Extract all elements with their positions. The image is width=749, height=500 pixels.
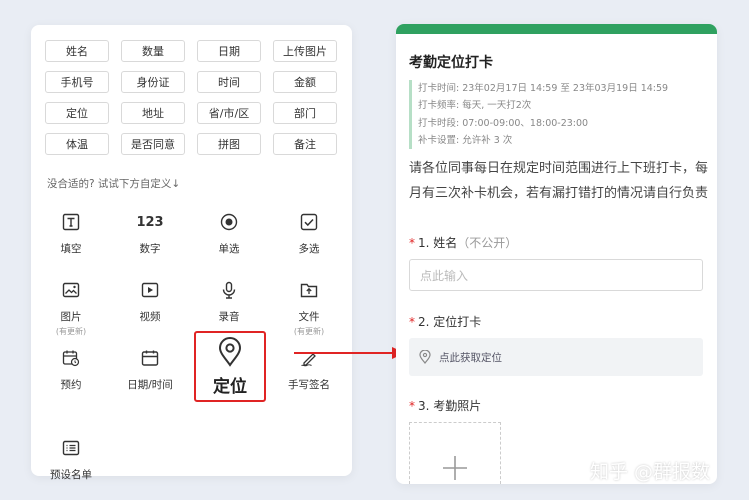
radio-icon (218, 211, 240, 233)
question-3-label: * 3. 考勤照片 (409, 397, 481, 414)
field-label: 数字 (139, 243, 161, 255)
preset-field-chip[interactable]: 备注 (273, 133, 337, 155)
field-label: 单选 (218, 243, 240, 255)
meta-line: 打卡频率: 每天, 一天打2次 (418, 100, 532, 112)
field-label: 填空 (60, 243, 82, 255)
location-pin-icon (218, 336, 242, 367)
image-icon (60, 279, 82, 301)
get-location-button[interactable]: 点此获取定位 (409, 338, 703, 376)
form-meta: 打卡时间: 23年02月17日 14:59 至 23年03月19日 14:59 … (409, 80, 669, 150)
question-note: （不公开） (457, 236, 518, 250)
field-audio[interactable]: 录音 (189, 279, 269, 324)
field-fill-blank[interactable]: 填空 (31, 211, 111, 256)
preset-field-chip[interactable]: 定位 (45, 102, 109, 124)
field-video[interactable]: 视频 (110, 279, 190, 324)
question-1-label: * 1. 姓名（不公开） (409, 234, 517, 251)
preset-field-chip[interactable]: 地址 (121, 102, 185, 124)
preset-field-chip[interactable]: 省/市/区 (197, 102, 261, 124)
field-datetime[interactable]: 日期/时间 (110, 347, 190, 392)
header-accent-bar (396, 24, 717, 34)
form-description: 请各位同事每日在规定时间范围进行上下班打卡，每月有三次补卡机会，若有漏打错打的情… (409, 161, 709, 201)
field-label: 预约 (60, 379, 82, 391)
field-label: 视频 (139, 311, 161, 323)
video-icon (139, 279, 161, 301)
field-label: 图片 (60, 311, 82, 323)
field-file[interactable]: 文件 (有更新) (269, 279, 349, 337)
field-label: 预设名单 (50, 469, 92, 481)
preset-field-chip[interactable]: 身份证 (121, 71, 185, 93)
get-location-label: 点此获取定位 (439, 351, 502, 364)
preset-field-chip[interactable]: 手机号 (45, 71, 109, 93)
preset-field-chip[interactable]: 姓名 (45, 40, 109, 62)
meta-line: 打卡时段: 07:00-09:00、18:00-23:00 (418, 117, 589, 129)
preset-field-chip[interactable]: 金额 (273, 71, 337, 93)
number-icon: 123 (136, 214, 164, 230)
meta-line: 补卡设置: 允许补 3 次 (418, 134, 513, 146)
required-mark: * (409, 315, 415, 329)
preset-field-grid: 姓名 数量 日期 上传图片手机号 身份证 时间 金额定位 地址 省/市/区 部门体温 是否同意 拼图备… (45, 40, 337, 155)
text-box-icon (60, 211, 82, 233)
field-location-highlighted[interactable]: 定位 (194, 331, 266, 402)
field-multi-choice[interactable]: 多选 (269, 211, 349, 256)
field-label: 手写签名 (288, 379, 330, 391)
preset-field-chip[interactable]: 拼图 (197, 133, 261, 155)
required-mark: * (409, 399, 415, 413)
photo-upload-box[interactable] (409, 422, 501, 484)
preset-field-chip[interactable]: 日期 (197, 40, 261, 62)
custom-field-grid: 填空 123 数字 单选 多选 图片 (有更新) 视频 录音 文件 (有更新) … (31, 211, 352, 481)
field-number[interactable]: 123 数字 (110, 211, 190, 256)
question-2-label: * 2. 定位打卡 (409, 313, 481, 330)
field-label: 日期/时间 (127, 379, 173, 391)
custom-hint: 没合适的? 试试下方自定义↓ (47, 178, 181, 190)
calendar-clock-icon (60, 347, 82, 369)
microphone-icon (218, 279, 240, 301)
question-title: 1. 姓名 (418, 236, 458, 250)
field-label: 定位 (213, 376, 247, 397)
preset-field-chip[interactable]: 是否同意 (121, 133, 185, 155)
meta-line: 打卡时间: 23年02月17日 14:59 至 23年03月19日 14:59 (418, 83, 669, 94)
preset-field-chip[interactable]: 部门 (273, 102, 337, 124)
field-label: 文件 (298, 311, 320, 323)
question-title: 3. 考勤照片 (418, 399, 482, 413)
field-image[interactable]: 图片 (有更新) (31, 279, 111, 337)
preset-field-chip[interactable]: 数量 (121, 40, 185, 62)
list-icon (60, 437, 82, 459)
field-picker-panel: 姓名 数量 日期 上传图片 手机号 身份证 时间 金额 定位 地址 省/市/区 部门 体温 是否同意 拼图备… (31, 25, 352, 481)
field-label: 多选 (298, 243, 320, 255)
update-badge: (有更新) (293, 327, 325, 336)
field-single-choice[interactable]: 单选 (189, 211, 269, 256)
form-title: 考勤定位打卡 (409, 55, 493, 71)
location-pin-icon (419, 350, 431, 364)
preset-field-chip[interactable]: 上传图片 (273, 40, 337, 62)
preset-field-chip[interactable]: 体温 (45, 133, 109, 155)
watermark: 知乎 @群报数 (590, 461, 711, 483)
plus-icon (443, 456, 467, 480)
question-title: 2. 定位打卡 (418, 315, 482, 329)
field-preset-list[interactable]: 预设名单 (31, 437, 111, 482)
calendar-icon (139, 347, 161, 369)
name-input[interactable]: 点此输入 (409, 259, 703, 291)
update-badge: (有更新) (55, 327, 87, 336)
file-upload-icon (298, 279, 320, 301)
pointer-arrow (294, 347, 405, 359)
checkbox-icon (298, 211, 320, 233)
field-appointment[interactable]: 预约 (31, 347, 111, 392)
preset-field-chip[interactable]: 时间 (197, 71, 261, 93)
form-preview-panel: 考勤定位打卡 打卡时间: 23年02月17日 14:59 至 23年03月19日… (396, 24, 717, 484)
field-label: 录音 (218, 311, 240, 323)
required-mark: * (409, 236, 415, 250)
